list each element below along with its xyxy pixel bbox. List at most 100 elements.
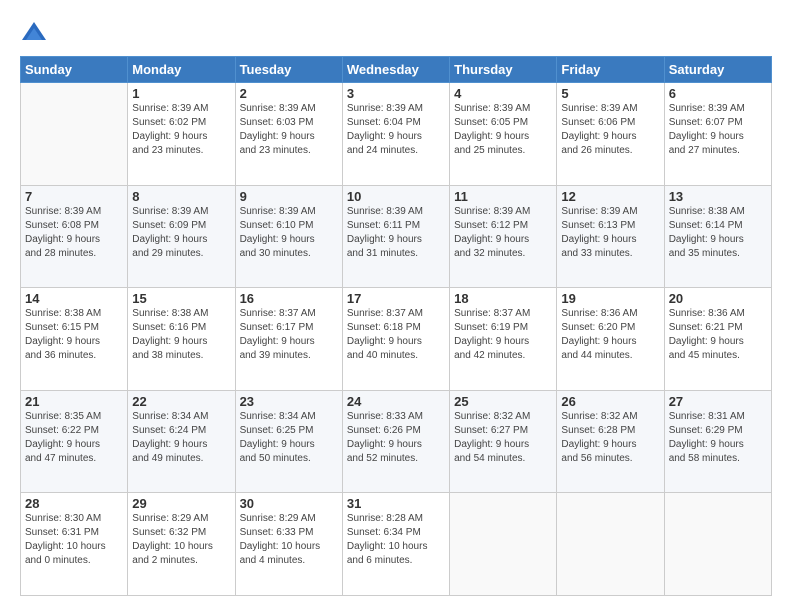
day-cell: 26Sunrise: 8:32 AMSunset: 6:28 PMDayligh… — [557, 390, 664, 493]
day-info: Sunrise: 8:33 AMSunset: 6:26 PMDaylight:… — [347, 410, 445, 466]
day-info: Sunrise: 8:30 AMSunset: 6:31 PMDaylight:… — [25, 512, 123, 568]
day-info: Sunrise: 8:38 AMSunset: 6:16 PMDaylight:… — [132, 307, 230, 363]
day-cell: 14Sunrise: 8:38 AMSunset: 6:15 PMDayligh… — [21, 288, 128, 391]
day-info: Sunrise: 8:36 AMSunset: 6:20 PMDaylight:… — [561, 307, 659, 363]
day-info: Sunrise: 8:31 AMSunset: 6:29 PMDaylight:… — [669, 410, 767, 466]
column-header-monday: Monday — [128, 57, 235, 83]
day-number: 10 — [347, 189, 445, 204]
day-number: 8 — [132, 189, 230, 204]
day-cell: 2Sunrise: 8:39 AMSunset: 6:03 PMDaylight… — [235, 83, 342, 186]
day-info: Sunrise: 8:39 AMSunset: 6:08 PMDaylight:… — [25, 205, 123, 261]
column-header-saturday: Saturday — [664, 57, 771, 83]
column-header-thursday: Thursday — [450, 57, 557, 83]
day-info: Sunrise: 8:39 AMSunset: 6:10 PMDaylight:… — [240, 205, 338, 261]
day-info: Sunrise: 8:37 AMSunset: 6:18 PMDaylight:… — [347, 307, 445, 363]
column-header-tuesday: Tuesday — [235, 57, 342, 83]
day-cell — [557, 493, 664, 596]
day-info: Sunrise: 8:39 AMSunset: 6:09 PMDaylight:… — [132, 205, 230, 261]
day-number: 31 — [347, 496, 445, 511]
day-info: Sunrise: 8:29 AMSunset: 6:32 PMDaylight:… — [132, 512, 230, 568]
day-number: 15 — [132, 291, 230, 306]
day-number: 17 — [347, 291, 445, 306]
day-cell: 15Sunrise: 8:38 AMSunset: 6:16 PMDayligh… — [128, 288, 235, 391]
day-cell: 16Sunrise: 8:37 AMSunset: 6:17 PMDayligh… — [235, 288, 342, 391]
day-number: 3 — [347, 86, 445, 101]
day-number: 23 — [240, 394, 338, 409]
day-info: Sunrise: 8:38 AMSunset: 6:14 PMDaylight:… — [669, 205, 767, 261]
day-cell: 27Sunrise: 8:31 AMSunset: 6:29 PMDayligh… — [664, 390, 771, 493]
day-number: 24 — [347, 394, 445, 409]
day-cell: 30Sunrise: 8:29 AMSunset: 6:33 PMDayligh… — [235, 493, 342, 596]
week-row-1: 1Sunrise: 8:39 AMSunset: 6:02 PMDaylight… — [21, 83, 772, 186]
day-number: 7 — [25, 189, 123, 204]
day-cell: 22Sunrise: 8:34 AMSunset: 6:24 PMDayligh… — [128, 390, 235, 493]
day-number: 21 — [25, 394, 123, 409]
week-row-2: 7Sunrise: 8:39 AMSunset: 6:08 PMDaylight… — [21, 185, 772, 288]
day-number: 4 — [454, 86, 552, 101]
day-cell: 5Sunrise: 8:39 AMSunset: 6:06 PMDaylight… — [557, 83, 664, 186]
day-number: 26 — [561, 394, 659, 409]
day-cell: 23Sunrise: 8:34 AMSunset: 6:25 PMDayligh… — [235, 390, 342, 493]
logo — [20, 20, 52, 48]
day-cell: 19Sunrise: 8:36 AMSunset: 6:20 PMDayligh… — [557, 288, 664, 391]
logo-icon — [20, 20, 48, 48]
week-row-5: 28Sunrise: 8:30 AMSunset: 6:31 PMDayligh… — [21, 493, 772, 596]
day-number: 12 — [561, 189, 659, 204]
day-info: Sunrise: 8:39 AMSunset: 6:07 PMDaylight:… — [669, 102, 767, 158]
day-cell: 20Sunrise: 8:36 AMSunset: 6:21 PMDayligh… — [664, 288, 771, 391]
header — [20, 16, 772, 48]
day-number: 30 — [240, 496, 338, 511]
day-cell: 7Sunrise: 8:39 AMSunset: 6:08 PMDaylight… — [21, 185, 128, 288]
day-cell: 24Sunrise: 8:33 AMSunset: 6:26 PMDayligh… — [342, 390, 449, 493]
day-number: 27 — [669, 394, 767, 409]
day-info: Sunrise: 8:34 AMSunset: 6:24 PMDaylight:… — [132, 410, 230, 466]
column-header-wednesday: Wednesday — [342, 57, 449, 83]
day-cell: 9Sunrise: 8:39 AMSunset: 6:10 PMDaylight… — [235, 185, 342, 288]
day-number: 29 — [132, 496, 230, 511]
day-number: 9 — [240, 189, 338, 204]
day-cell: 1Sunrise: 8:39 AMSunset: 6:02 PMDaylight… — [128, 83, 235, 186]
day-number: 28 — [25, 496, 123, 511]
calendar: SundayMondayTuesdayWednesdayThursdayFrid… — [20, 56, 772, 596]
day-cell — [21, 83, 128, 186]
day-info: Sunrise: 8:39 AMSunset: 6:06 PMDaylight:… — [561, 102, 659, 158]
day-number: 1 — [132, 86, 230, 101]
day-number: 18 — [454, 291, 552, 306]
day-number: 6 — [669, 86, 767, 101]
column-header-friday: Friday — [557, 57, 664, 83]
day-number: 16 — [240, 291, 338, 306]
day-cell: 4Sunrise: 8:39 AMSunset: 6:05 PMDaylight… — [450, 83, 557, 186]
day-number: 13 — [669, 189, 767, 204]
day-cell: 12Sunrise: 8:39 AMSunset: 6:13 PMDayligh… — [557, 185, 664, 288]
day-cell: 13Sunrise: 8:38 AMSunset: 6:14 PMDayligh… — [664, 185, 771, 288]
day-cell: 25Sunrise: 8:32 AMSunset: 6:27 PMDayligh… — [450, 390, 557, 493]
day-cell: 17Sunrise: 8:37 AMSunset: 6:18 PMDayligh… — [342, 288, 449, 391]
day-number: 22 — [132, 394, 230, 409]
header-row: SundayMondayTuesdayWednesdayThursdayFrid… — [21, 57, 772, 83]
day-info: Sunrise: 8:39 AMSunset: 6:02 PMDaylight:… — [132, 102, 230, 158]
day-number: 11 — [454, 189, 552, 204]
day-info: Sunrise: 8:39 AMSunset: 6:03 PMDaylight:… — [240, 102, 338, 158]
column-header-sunday: Sunday — [21, 57, 128, 83]
day-number: 2 — [240, 86, 338, 101]
day-cell: 11Sunrise: 8:39 AMSunset: 6:12 PMDayligh… — [450, 185, 557, 288]
week-row-3: 14Sunrise: 8:38 AMSunset: 6:15 PMDayligh… — [21, 288, 772, 391]
day-info: Sunrise: 8:28 AMSunset: 6:34 PMDaylight:… — [347, 512, 445, 568]
day-number: 20 — [669, 291, 767, 306]
day-info: Sunrise: 8:38 AMSunset: 6:15 PMDaylight:… — [25, 307, 123, 363]
day-cell: 21Sunrise: 8:35 AMSunset: 6:22 PMDayligh… — [21, 390, 128, 493]
day-cell: 8Sunrise: 8:39 AMSunset: 6:09 PMDaylight… — [128, 185, 235, 288]
day-cell: 29Sunrise: 8:29 AMSunset: 6:32 PMDayligh… — [128, 493, 235, 596]
day-info: Sunrise: 8:35 AMSunset: 6:22 PMDaylight:… — [25, 410, 123, 466]
day-info: Sunrise: 8:37 AMSunset: 6:17 PMDaylight:… — [240, 307, 338, 363]
day-cell — [664, 493, 771, 596]
day-info: Sunrise: 8:39 AMSunset: 6:11 PMDaylight:… — [347, 205, 445, 261]
day-cell: 10Sunrise: 8:39 AMSunset: 6:11 PMDayligh… — [342, 185, 449, 288]
day-info: Sunrise: 8:39 AMSunset: 6:12 PMDaylight:… — [454, 205, 552, 261]
day-info: Sunrise: 8:37 AMSunset: 6:19 PMDaylight:… — [454, 307, 552, 363]
day-info: Sunrise: 8:32 AMSunset: 6:27 PMDaylight:… — [454, 410, 552, 466]
day-cell: 28Sunrise: 8:30 AMSunset: 6:31 PMDayligh… — [21, 493, 128, 596]
day-number: 25 — [454, 394, 552, 409]
day-number: 5 — [561, 86, 659, 101]
day-info: Sunrise: 8:39 AMSunset: 6:05 PMDaylight:… — [454, 102, 552, 158]
